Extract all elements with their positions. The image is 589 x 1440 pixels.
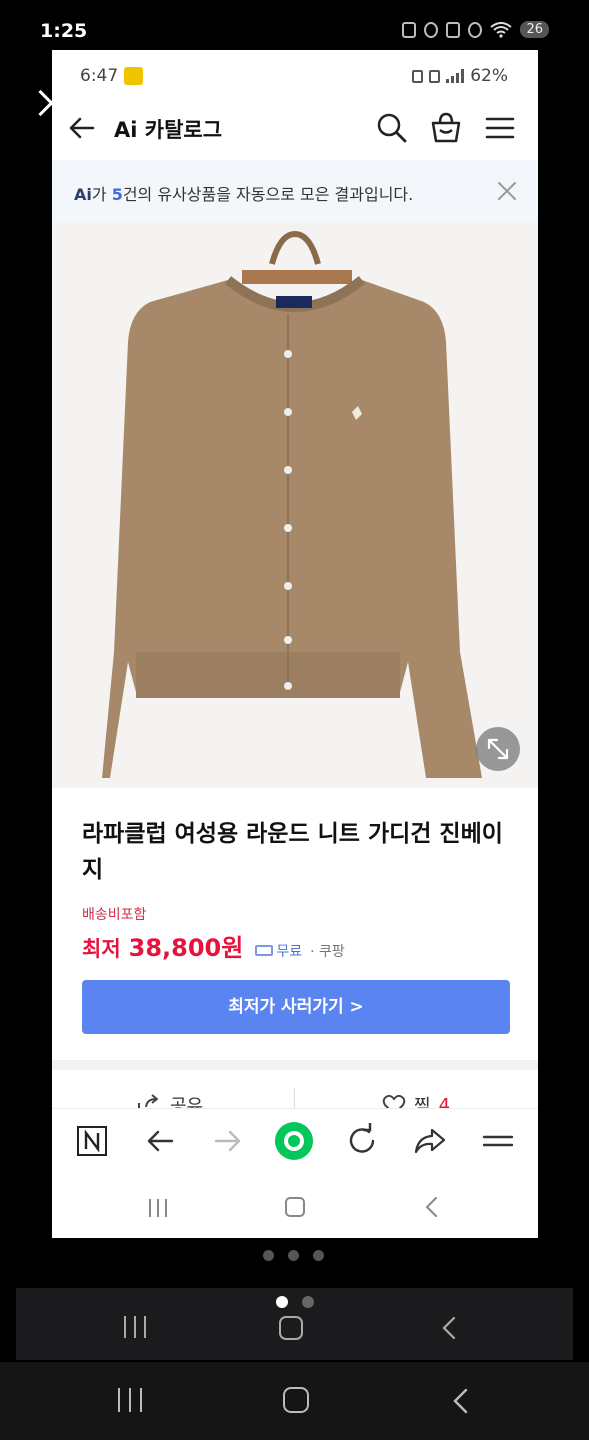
inner-battery-percent: 62% <box>470 66 508 86</box>
banner-ai-label: Ai <box>74 185 92 204</box>
banner-count: 5 <box>111 185 123 204</box>
product-image[interactable] <box>52 222 538 788</box>
inner-status-icons: 62% <box>412 66 508 86</box>
free-shipping: 무료 <box>255 941 302 961</box>
close-icon[interactable] <box>494 178 520 204</box>
lowest-price-label: 최저 <box>82 937 121 961</box>
mute-icon <box>446 21 461 38</box>
product-title: 라파클럽 여성용 라운드 니트 가디건 진베이지 <box>82 821 503 883</box>
banner-text-rest: 건의 유사상품을 자동으로 모은 결과입니다. <box>122 185 414 204</box>
inner-home-icon[interactable] <box>285 1197 305 1217</box>
back-arrow-icon[interactable] <box>66 112 98 144</box>
menu-icon[interactable] <box>482 110 518 146</box>
browser-share-icon[interactable] <box>410 1121 450 1161</box>
recents-icon[interactable] <box>118 1388 142 1412</box>
search-icon[interactable] <box>374 110 410 146</box>
inner-screenshot: 6:47 62% Ai 카탈로그 Ai가 5건의 유사상품을 자동으로 모은 결… <box>52 50 538 1238</box>
overlay-recents-icon[interactable] <box>124 1316 146 1338</box>
buy-lowest-price-button[interactable]: 최저가 사러가기 > <box>82 980 510 1034</box>
price-row: 최저 38,800원 무료 · 쿠팡 <box>82 928 345 963</box>
shopping-bag-icon[interactable] <box>428 110 464 146</box>
alarm-icon <box>424 21 439 38</box>
home-icon[interactable] <box>283 1387 309 1413</box>
inner-recents-icon[interactable] <box>149 1199 167 1217</box>
expand-icon[interactable] <box>476 727 520 771</box>
viewer-navigation-overlay <box>16 1288 573 1360</box>
green-dot-icon[interactable] <box>274 1121 314 1161</box>
inner-battery-saver-icon <box>412 69 424 83</box>
price-value: 38,800원 <box>128 934 244 962</box>
banner-text-mid: 가 <box>91 185 112 204</box>
battery-saver-icon <box>402 21 417 38</box>
page-dot <box>313 1250 324 1261</box>
inner-back-icon[interactable] <box>420 1194 446 1220</box>
system-navigation-bar <box>0 1362 589 1440</box>
browser-back-icon[interactable] <box>140 1121 180 1161</box>
ai-notice-banner: Ai가 5건의 유사상품을 자동으로 모은 결과입니다. <box>52 160 538 222</box>
location-icon <box>468 21 483 38</box>
browser-forward-icon[interactable] <box>208 1121 248 1161</box>
wifi-icon <box>490 21 513 38</box>
shipping-included-label: 배송비포함 <box>82 907 147 923</box>
refresh-icon[interactable] <box>342 1121 382 1161</box>
page-title: Ai 카탈로그 <box>114 118 223 142</box>
viewer-page-indicator <box>276 1296 314 1308</box>
inner-status-bar: 6:47 62% <box>52 50 538 98</box>
battery-level-badge: 26 <box>520 21 549 38</box>
page-dot <box>288 1250 299 1261</box>
truck-icon <box>255 945 274 956</box>
browser-menu-icon[interactable] <box>478 1121 518 1161</box>
app-header: Ai 카탈로그 <box>52 100 538 156</box>
inner-clock: 6:47 <box>80 66 119 86</box>
image-page-indicator <box>263 1250 324 1261</box>
outer-status-icons: 26 <box>402 21 549 38</box>
notification-badge-icon <box>124 67 143 85</box>
naver-home-icon[interactable] <box>72 1121 112 1161</box>
signal-icon <box>446 69 465 83</box>
screen: 1:25 26 6:47 62% Ai 카탈로그 Ai가 5건의 유사상품을 자… <box>0 0 589 1440</box>
inner-alarm-icon <box>429 69 441 83</box>
section-divider <box>52 1060 538 1070</box>
outer-clock: 1:25 <box>40 20 88 42</box>
page-dot <box>302 1296 314 1308</box>
back-icon[interactable] <box>446 1386 476 1416</box>
banner-text: Ai가 5건의 유사상품을 자동으로 모은 결과입니다. <box>74 181 413 205</box>
seller-name[interactable]: · 쿠팡 <box>310 941 345 961</box>
product-info: 라파클럽 여성용 라운드 니트 가디건 진베이지 배송비포함 최저 38,800… <box>52 788 538 1108</box>
overlay-back-icon[interactable] <box>436 1314 464 1342</box>
cardigan-photo <box>102 230 482 778</box>
page-dot-active <box>276 1296 288 1308</box>
inner-navigation-bar <box>52 1172 538 1238</box>
free-shipping-label: 무료 <box>276 943 303 960</box>
overlay-home-icon[interactable] <box>279 1316 303 1340</box>
browser-toolbar <box>52 1108 538 1172</box>
page-dot <box>263 1250 274 1261</box>
